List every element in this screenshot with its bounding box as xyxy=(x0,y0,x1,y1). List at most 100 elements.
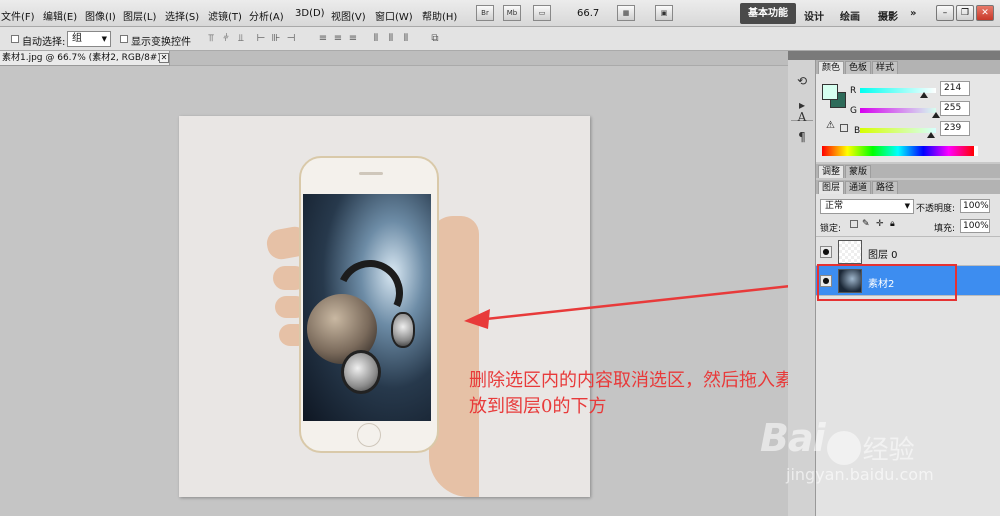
tab-swatches[interactable]: 色板 xyxy=(845,61,872,74)
lock-image-icon[interactable]: ✎ xyxy=(862,219,870,229)
auto-align-icon[interactable]: ⧉ xyxy=(428,32,442,46)
document-tab[interactable]: 素材1.jpg @ 66.7% (素材2, RGB/8#) * xyxy=(0,51,170,66)
show-transform-checkbox[interactable] xyxy=(120,35,128,43)
headphone-cup-back xyxy=(391,312,415,348)
watermark-logo-text: Bai xyxy=(760,416,826,460)
align-top-icon[interactable]: ⫪ xyxy=(204,32,218,46)
menu-image[interactable]: 图像(I) xyxy=(85,8,116,23)
screen-mode-icon[interactable]: ▣ xyxy=(655,5,673,21)
options-bar: 自动选择: 组 ▼ 显示变换控件 ⫪ ⫩ ⫫ ⊢ ⊪ ⊣ ≡ ≡ ≡ ⦀ ⦀ ⦀… xyxy=(0,27,1000,51)
document-close-icon[interactable]: ✕ xyxy=(159,53,169,63)
menu-help[interactable]: 帮助(H) xyxy=(422,8,457,23)
menu-filter[interactable]: 滤镜(T) xyxy=(208,8,242,23)
gamut-warning-icon[interactable]: ⚠ xyxy=(826,120,835,131)
opacity-input[interactable]: 100% xyxy=(960,199,990,213)
tab-color[interactable]: 颜色 xyxy=(818,61,845,74)
tab-channels[interactable]: 通道 xyxy=(845,181,872,194)
distribute-hcenter-icon[interactable]: ⦀ xyxy=(384,32,398,46)
channel-b-slider[interactable] xyxy=(860,128,936,133)
history-icon[interactable]: ⟲ xyxy=(793,72,811,90)
lock-all-icon[interactable]: 🔒︎ xyxy=(890,219,895,229)
paragraph-icon[interactable]: ¶ xyxy=(793,128,811,146)
color-spectrum-white[interactable] xyxy=(974,146,978,156)
color-panel-tabs: 颜色 色板 样式 xyxy=(816,60,1000,74)
channel-b-thumb[interactable] xyxy=(927,132,936,138)
watermark-url: jingyan.baidu.com xyxy=(786,464,934,484)
tab-layers[interactable]: 图层 xyxy=(818,181,845,194)
layers-panel-tabs: 图层 通道 路径 xyxy=(816,180,1000,194)
adjust-panel-tabs: 调整 蒙版 xyxy=(816,164,1000,178)
auto-select-dropdown[interactable]: 组 ▼ xyxy=(67,31,111,47)
menu-edit[interactable]: 编辑(E) xyxy=(43,8,77,23)
channel-g-value[interactable]: 255 xyxy=(940,101,970,116)
tab-paths[interactable]: 路径 xyxy=(872,181,899,194)
auto-select-checkbox[interactable] xyxy=(11,35,19,43)
fill-input[interactable]: 100% xyxy=(960,219,990,233)
arrange-documents-icon[interactable]: ▦ xyxy=(617,5,635,21)
align-right-icon[interactable]: ⊣ xyxy=(284,32,298,46)
lock-transparency-icon[interactable] xyxy=(850,220,858,228)
chevron-down-icon: ▼ xyxy=(101,35,107,43)
distribute-vcenter-icon[interactable]: ≡ xyxy=(331,32,345,46)
web-safe-icon[interactable] xyxy=(840,124,848,132)
workspace-painting[interactable]: 绘画 xyxy=(840,8,860,23)
menu-window[interactable]: 窗口(W) xyxy=(375,8,413,23)
lock-position-icon[interactable]: ✛ xyxy=(876,219,884,229)
menu-bar: 文件(F) 编辑(E) 图像(I) 图层(L) 选择(S) 滤镜(T) 分析(A… xyxy=(0,0,1000,27)
layer-row[interactable]: ● 图层 0 xyxy=(816,236,1000,266)
minimize-icon[interactable]: – xyxy=(936,5,954,21)
blend-mode-dropdown[interactable]: 正常 ▼ xyxy=(820,199,914,214)
watermark-cn-text: 经验 xyxy=(862,435,915,466)
document-tab-title: 素材1.jpg @ 66.7% (素材2, RGB/8#) * xyxy=(2,53,169,63)
view-extras-icon[interactable]: ▭ xyxy=(533,5,551,21)
color-spectrum-ramp[interactable] xyxy=(822,146,974,156)
annotation-highlight-box xyxy=(817,264,957,301)
channel-b-value[interactable]: 239 xyxy=(940,121,970,136)
opacity-label: 不透明度: xyxy=(916,204,956,214)
distribute-right-icon[interactable]: ⦀ xyxy=(399,32,413,46)
panel-collapse-bar[interactable] xyxy=(788,51,1000,60)
restore-icon[interactable]: ❐ xyxy=(956,5,974,21)
distribute-bottom-icon[interactable]: ≡ xyxy=(346,32,360,46)
workspace-design[interactable]: 设计 xyxy=(804,8,824,23)
auto-select-value: 组 xyxy=(72,33,82,44)
align-hcenter-icon[interactable]: ⊪ xyxy=(269,32,283,46)
baidu-watermark: Bai 经验 jingyan.baidu.com xyxy=(760,416,960,484)
distribute-left-icon[interactable]: ⦀ xyxy=(369,32,383,46)
foreground-color-swatch[interactable] xyxy=(822,84,838,100)
phone-earpiece xyxy=(359,172,383,175)
workspace-photography[interactable]: 摄影 xyxy=(878,8,898,23)
align-bottom-icon[interactable]: ⫫ xyxy=(234,32,248,46)
tab-masks[interactable]: 蒙版 xyxy=(845,165,872,178)
menu-file[interactable]: 文件(F) xyxy=(1,8,35,23)
menu-view[interactable]: 视图(V) xyxy=(331,8,366,23)
workspace-essentials[interactable]: 基本功能 xyxy=(740,3,796,24)
bridge-icon[interactable]: Br xyxy=(476,5,494,21)
visibility-eye-icon[interactable]: ● xyxy=(820,246,832,258)
layer-name[interactable]: 图层 0 xyxy=(868,246,898,261)
channel-r-thumb[interactable] xyxy=(919,92,928,98)
tab-styles[interactable]: 样式 xyxy=(872,61,899,74)
workspace-more-chevron-icon[interactable]: » xyxy=(910,8,916,19)
menu-layer[interactable]: 图层(L) xyxy=(123,8,156,23)
baidu-paw-icon xyxy=(826,431,861,465)
blend-mode-value: 正常 xyxy=(825,201,844,211)
align-left-icon[interactable]: ⊢ xyxy=(254,32,268,46)
close-icon[interactable]: ✕ xyxy=(976,5,994,21)
distribute-top-icon[interactable]: ≡ xyxy=(316,32,330,46)
chevron-down-icon: ▼ xyxy=(904,202,910,210)
channel-g-slider[interactable] xyxy=(860,108,936,113)
menu-3d[interactable]: 3D(D) xyxy=(295,8,325,19)
channel-g-thumb[interactable] xyxy=(932,112,940,118)
character-icon[interactable]: A xyxy=(793,108,811,126)
zoom-level[interactable]: 66.7 xyxy=(577,8,599,19)
menu-analysis[interactable]: 分析(A) xyxy=(249,8,284,23)
align-vcenter-icon[interactable]: ⫩ xyxy=(219,32,233,46)
color-panel: ⚠ R 214 G 255 B 239 xyxy=(816,74,1000,162)
mini-bridge-icon[interactable]: Mb xyxy=(503,5,521,21)
auto-select-label: 自动选择: xyxy=(22,37,66,48)
tab-adjustments[interactable]: 调整 xyxy=(818,165,845,178)
document-canvas[interactable] xyxy=(179,116,590,497)
menu-select[interactable]: 选择(S) xyxy=(165,8,199,23)
channel-r-value[interactable]: 214 xyxy=(940,81,970,96)
